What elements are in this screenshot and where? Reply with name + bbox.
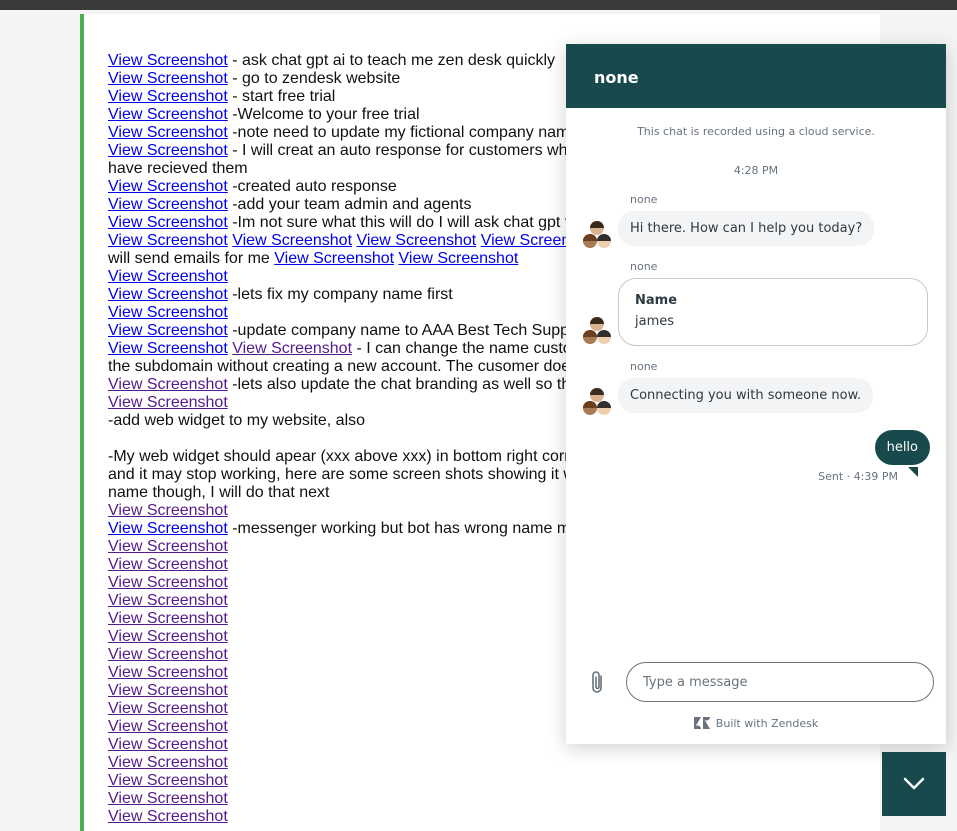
chevron-down-icon xyxy=(903,777,925,790)
message-bubble: Connecting you with someone now. xyxy=(618,378,874,413)
view-screenshot-link[interactable]: View Screenshot xyxy=(108,286,228,303)
view-screenshot-link[interactable]: View Screenshot xyxy=(108,124,228,141)
view-screenshot-link[interactable]: View Screenshot xyxy=(108,610,228,627)
document-text-segment: - start free trial xyxy=(227,88,336,105)
message-status: Sent · 4:39 PM xyxy=(818,470,898,483)
view-screenshot-link[interactable]: View Screenshot xyxy=(108,628,228,645)
agent-avatar xyxy=(583,221,611,248)
view-screenshot-link[interactable]: View Screenshot xyxy=(108,502,228,519)
form-response-card: Name james xyxy=(618,278,928,346)
document-text-segment: -note need to update my fictional compan… xyxy=(227,124,570,141)
message-group: none Name james xyxy=(582,260,946,346)
view-screenshot-link[interactable]: View Screenshot xyxy=(108,142,228,159)
document-text-segment: -My web widget should apear (xxx above x… xyxy=(108,448,574,465)
document-line: View Screenshot xyxy=(108,754,868,772)
view-screenshot-link[interactable]: View Screenshot xyxy=(399,250,519,267)
document-text-segment: -add web widget to my website, also xyxy=(108,412,366,429)
document-text-segment: - I will creat an auto response for cust… xyxy=(227,142,577,159)
message-sender: none xyxy=(630,260,658,273)
view-screenshot-link[interactable]: View Screenshot xyxy=(232,232,352,249)
document-text-segment: - ask chat gpt ai to teach me zen desk q… xyxy=(227,52,556,69)
view-screenshot-link[interactable]: View Screenshot xyxy=(274,250,394,267)
message-input[interactable] xyxy=(626,662,934,702)
document-text-segment: -Welcome to your free trial xyxy=(227,106,420,123)
view-screenshot-link[interactable]: View Screenshot xyxy=(108,268,228,285)
view-screenshot-link[interactable]: View Screenshot xyxy=(232,340,352,357)
message-bubble: Hi there. How can I help you today? xyxy=(618,211,875,246)
chat-title: none xyxy=(594,68,639,87)
view-screenshot-link[interactable]: View Screenshot xyxy=(108,556,228,573)
form-field-label: Name xyxy=(635,293,678,308)
agent-avatar xyxy=(583,388,611,415)
view-screenshot-link[interactable]: View Screenshot xyxy=(108,322,228,339)
paperclip-icon[interactable] xyxy=(588,670,608,696)
document-line: View Screenshot xyxy=(108,808,868,826)
document-text-segment: -update company name to AAA Best Tech Su… xyxy=(227,322,570,339)
branding-text: Built with Zendesk xyxy=(715,717,819,730)
document-text-segment: will send emails for me xyxy=(108,250,275,267)
chat-launcher-button[interactable] xyxy=(882,752,946,816)
view-screenshot-link[interactable]: View Screenshot xyxy=(108,700,228,717)
view-screenshot-link[interactable]: View Screenshot xyxy=(108,232,228,249)
view-screenshot-link[interactable]: View Screenshot xyxy=(108,592,228,609)
document-text-segment: -add your team admin and agents xyxy=(227,196,472,213)
document-text-segment: - go to zendesk website xyxy=(227,70,401,87)
zendesk-logo-icon xyxy=(693,717,710,729)
view-screenshot-link[interactable]: View Screenshot xyxy=(108,394,228,411)
view-screenshot-link[interactable]: View Screenshot xyxy=(108,808,228,825)
message-sender: none xyxy=(630,193,658,206)
view-screenshot-link[interactable]: View Screenshot xyxy=(108,754,228,771)
view-screenshot-link[interactable]: View Screenshot xyxy=(108,196,228,213)
message-group: none Connecting you with someone now. xyxy=(582,360,946,415)
document-line: View Screenshot xyxy=(108,772,868,790)
chat-header: none xyxy=(566,44,946,108)
document-text-segment: -lets fix my company name first xyxy=(227,286,453,303)
view-screenshot-link[interactable]: View Screenshot xyxy=(108,772,228,789)
zendesk-branding[interactable]: Built with Zendesk xyxy=(566,716,946,730)
outgoing-message-bubble: hello xyxy=(874,430,930,465)
view-screenshot-link[interactable]: View Screenshot xyxy=(108,646,228,663)
view-screenshot-link[interactable]: View Screenshot xyxy=(108,718,228,735)
document-line: View Screenshot xyxy=(108,790,868,808)
message-composer xyxy=(566,662,946,704)
view-screenshot-link[interactable]: View Screenshot xyxy=(108,178,228,195)
view-screenshot-link[interactable]: View Screenshot xyxy=(108,520,228,537)
view-screenshot-link[interactable]: View Screenshot xyxy=(356,232,476,249)
agent-avatar xyxy=(583,317,611,344)
message-sender: none xyxy=(630,360,658,373)
recording-notice: This chat is recorded using a cloud serv… xyxy=(637,125,875,138)
view-screenshot-link[interactable]: View Screenshot xyxy=(108,664,228,681)
view-screenshot-link[interactable]: View Screenshot xyxy=(108,70,228,87)
document-text-segment: -Im not sure what this will do I will as… xyxy=(227,214,570,231)
chat-timestamp: 4:28 PM xyxy=(733,164,779,177)
view-screenshot-link[interactable]: View Screen xyxy=(481,232,571,249)
view-screenshot-link[interactable]: View Screenshot xyxy=(108,340,228,357)
view-screenshot-link[interactable]: View Screenshot xyxy=(108,736,228,753)
document-text-segment: -lets also update the chat branding as w… xyxy=(227,376,571,393)
view-screenshot-link[interactable]: View Screenshot xyxy=(108,52,228,69)
document-text-segment: -created auto response xyxy=(227,178,397,195)
view-screenshot-link[interactable]: View Screenshot xyxy=(108,106,228,123)
view-screenshot-link[interactable]: View Screenshot xyxy=(108,790,228,807)
message-group: none Hi there. How can I help you today? xyxy=(582,193,946,248)
document-text-segment: name though, I will do that next xyxy=(108,484,330,501)
document-text-segment: have recieved them xyxy=(108,160,248,177)
chat-widget: none This chat is recorded using a cloud… xyxy=(566,44,946,744)
view-screenshot-link[interactable]: View Screenshot xyxy=(108,214,228,231)
view-screenshot-link[interactable]: View Screenshot xyxy=(108,682,228,699)
view-screenshot-link[interactable]: View Screenshot xyxy=(108,376,228,393)
document-text-segment: the subdomain without creating a new acc… xyxy=(108,358,571,375)
document-text-segment: - I can change the name custo xyxy=(352,340,572,357)
document-text-segment: and it may stop working, here are some s… xyxy=(108,466,575,483)
form-field-value: james xyxy=(635,314,675,329)
outgoing-bubble-tail xyxy=(908,467,918,477)
view-screenshot-link[interactable]: View Screenshot xyxy=(108,538,228,555)
document-text-segment: -messenger working but bot has wrong nam… xyxy=(227,520,571,537)
view-screenshot-link[interactable]: View Screenshot xyxy=(108,304,228,321)
view-screenshot-link[interactable]: View Screenshot xyxy=(108,88,228,105)
view-screenshot-link[interactable]: View Screenshot xyxy=(108,574,228,591)
browser-top-bar xyxy=(0,0,957,10)
